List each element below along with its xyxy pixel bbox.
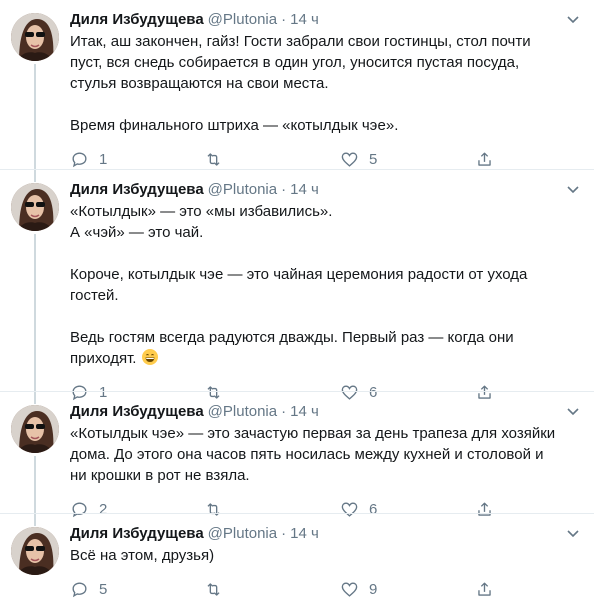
timestamp[interactable]: 14 ч <box>290 403 319 420</box>
grinning-face-emoji-icon <box>141 349 158 365</box>
reply-button[interactable]: 1 <box>70 148 107 170</box>
reply-icon <box>72 151 87 167</box>
tweet-text: Итак, аш закончен, гайз! Гости забрали с… <box>70 33 531 134</box>
heart-icon <box>341 581 358 597</box>
timestamp[interactable]: 14 ч <box>290 181 319 198</box>
separator-dot: · <box>281 403 287 420</box>
author-name[interactable]: Диля Избудущева <box>70 525 204 542</box>
tweet-header: Диля Избудущева @Plutonia · 14 ч <box>70 10 580 30</box>
tweet-text: Всё на этом, друзья) <box>70 547 215 564</box>
reply-icon <box>72 581 87 597</box>
thread-line <box>34 234 36 392</box>
reply-count: 5 <box>99 580 108 598</box>
retweet-button[interactable] <box>204 148 233 170</box>
thread-line <box>34 514 36 526</box>
tweet-actions: 5 9 <box>70 578 580 600</box>
reply-count: 1 <box>99 150 108 168</box>
author-name[interactable]: Диля Избудущева <box>70 11 204 28</box>
share-button[interactable] <box>475 578 494 600</box>
author-handle[interactable]: @Plutonia <box>208 181 277 198</box>
author-handle[interactable]: @Plutonia <box>208 525 277 542</box>
tweet-text-body: «Котылдык» — это «мы избавились». А «чэй… <box>70 203 528 367</box>
chevron-down-icon[interactable] <box>566 406 580 418</box>
tweet-1[interactable]: Диля Избудущева @Plutonia · 14 ч Итак, аш з… <box>0 0 594 170</box>
share-button[interactable] <box>475 148 494 170</box>
tweet-header: Диля Избудущева @Plutonia · 14 ч <box>70 180 580 200</box>
like-count: 9 <box>369 580 378 598</box>
tweet-2[interactable]: Диля Избудущева @Plutonia · 14 ч «Котылдык»… <box>0 170 594 401</box>
tweet-text: «Котылдык чэе» — это зачастую первая за … <box>70 425 556 484</box>
share-icon <box>478 581 491 596</box>
avatar[interactable] <box>11 527 59 575</box>
timestamp[interactable]: 14 ч <box>290 525 319 542</box>
like-count: 5 <box>369 150 378 168</box>
tweet-text: «Котылдык» — это «мы избавились». А «чэй… <box>70 201 580 369</box>
avatar[interactable] <box>11 13 59 61</box>
avatar[interactable] <box>11 405 59 453</box>
thread-line <box>34 456 36 514</box>
retweet-button[interactable] <box>204 578 233 600</box>
tweet-4[interactable]: Диля Избудущева @Plutonia · 14 ч Всё на это… <box>0 514 594 609</box>
author-name[interactable]: Диля Избудущева <box>70 181 204 198</box>
separator-dot: · <box>281 11 287 28</box>
thread-line <box>34 392 36 404</box>
like-button[interactable]: 9 <box>340 578 377 600</box>
chevron-down-icon[interactable] <box>566 528 580 540</box>
author-handle[interactable]: @Plutonia <box>208 403 277 420</box>
tweet-header: Диля Избудущева @Plutonia · 14 ч <box>70 402 580 422</box>
avatar[interactable] <box>11 183 59 231</box>
chevron-down-icon[interactable] <box>566 14 580 26</box>
timestamp[interactable]: 14 ч <box>290 11 319 28</box>
tweet-actions: 1 5 <box>70 148 580 170</box>
heart-icon <box>341 151 358 167</box>
retweet-icon <box>207 152 220 166</box>
share-icon <box>478 151 491 166</box>
author-handle[interactable]: @Plutonia <box>208 11 277 28</box>
like-button[interactable]: 5 <box>340 148 377 170</box>
tweet-3[interactable]: Диля Избудущева @Plutonia · 14 ч «Котылдык … <box>0 392 594 518</box>
retweet-icon <box>207 582 220 596</box>
tweet-thread: Диля Избудущева @Plutonia · 14 ч Итак, аш з… <box>0 0 594 609</box>
separator-dot: · <box>281 525 287 542</box>
chevron-down-icon[interactable] <box>566 184 580 196</box>
author-name[interactable]: Диля Избудущева <box>70 403 204 420</box>
thread-line <box>34 170 36 182</box>
thread-line <box>34 64 36 170</box>
tweet-header: Диля Избудущева @Plutonia · 14 ч <box>70 524 580 544</box>
reply-button[interactable]: 5 <box>70 578 107 600</box>
separator-dot: · <box>281 181 287 198</box>
